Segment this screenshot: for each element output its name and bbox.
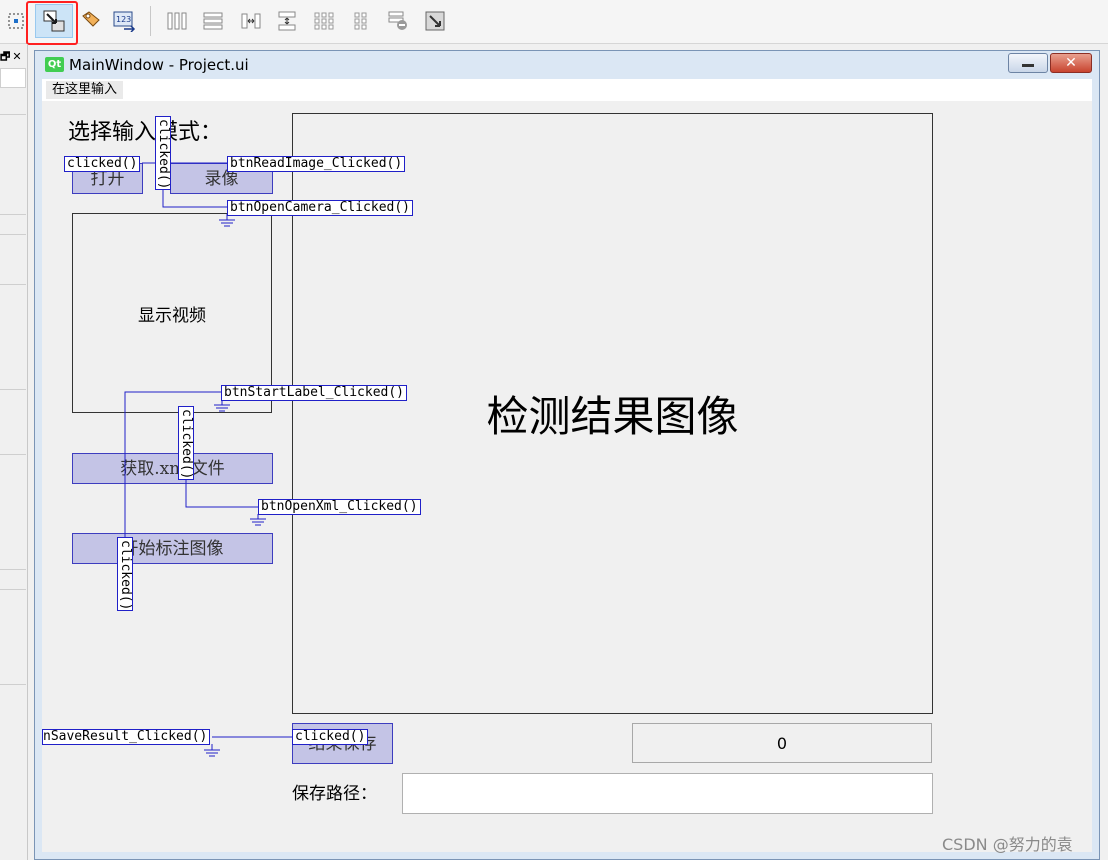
signal-label[interactable]: clicked(): [292, 729, 369, 745]
slot-label[interactable]: btnStartLabel_Clicked(): [221, 385, 408, 401]
signal-label[interactable]: clicked(): [64, 156, 141, 172]
slot-label[interactable]: nSaveResult_Clicked(): [42, 729, 211, 745]
signal-label[interactable]: clicked(): [117, 537, 133, 611]
signal-label[interactable]: clicked(): [178, 406, 194, 480]
signal-label[interactable]: clicked(): [155, 116, 171, 190]
slot-label[interactable]: btnOpenXml_Clicked(): [258, 499, 421, 515]
slot-label[interactable]: btnReadImage_Clicked(): [227, 156, 406, 172]
watermark-text: CSDN @努力的袁: [942, 835, 1073, 854]
slot-label[interactable]: btnOpenCamera_Clicked(): [227, 200, 414, 216]
